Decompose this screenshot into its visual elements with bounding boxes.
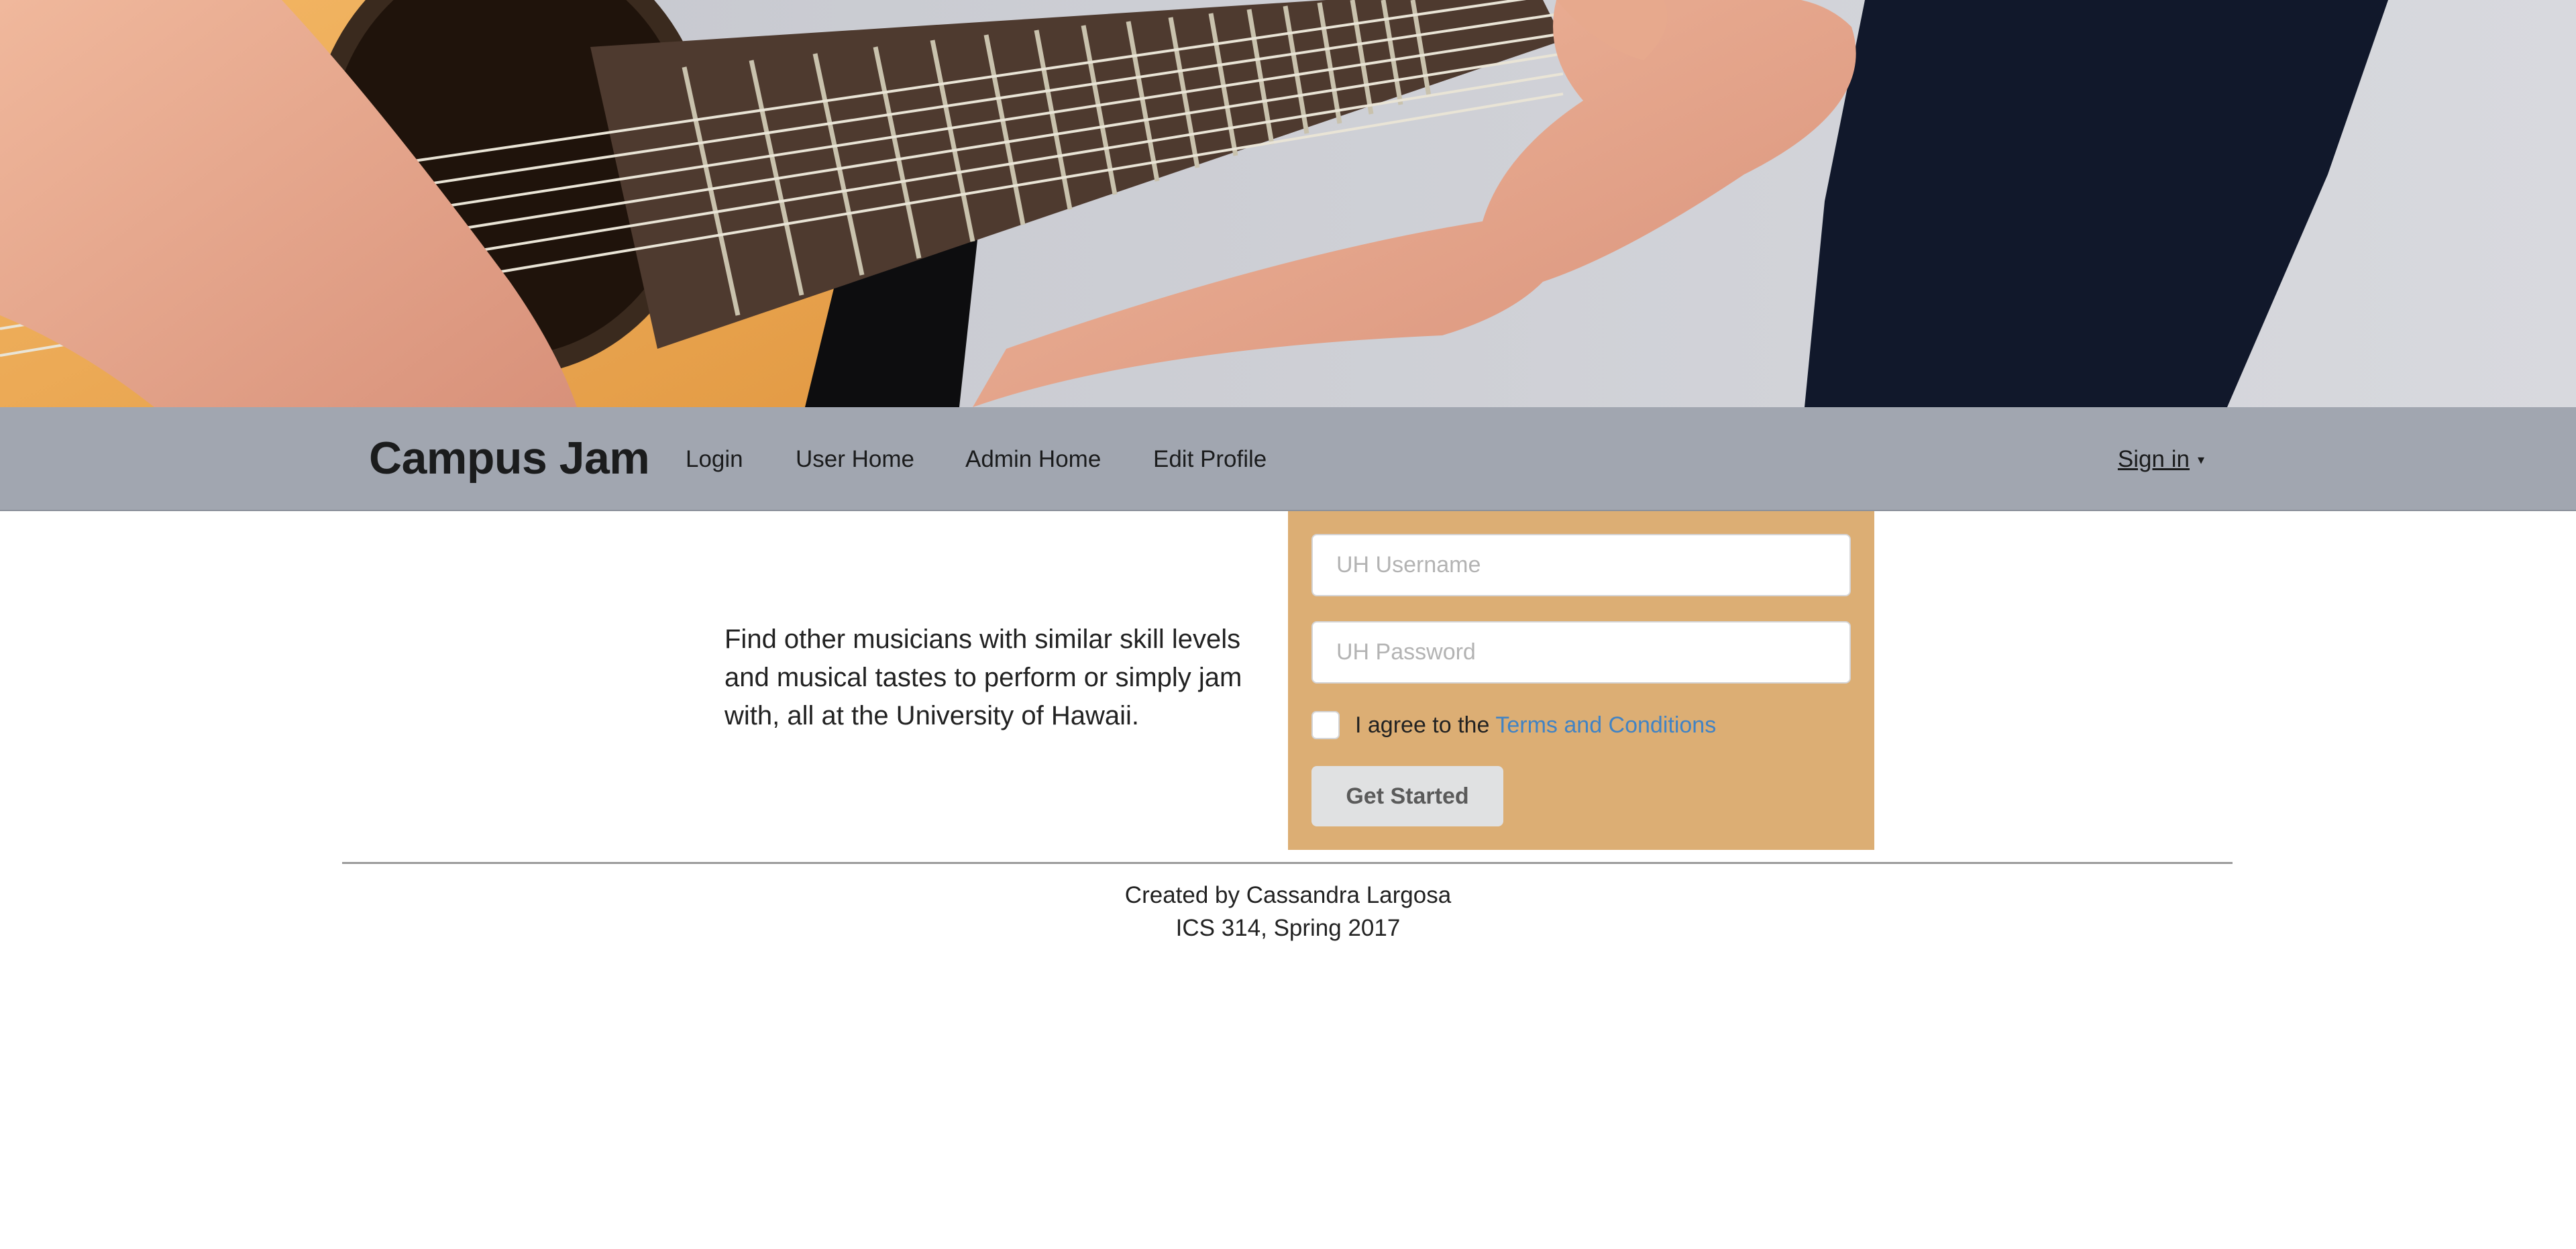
top-navbar: Campus Jam Login User Home Admin Home Ed… bbox=[0, 407, 2576, 511]
brand-logo[interactable]: Campus Jam bbox=[369, 435, 650, 481]
footer: Created by Cassandra Largosa ICS 314, Sp… bbox=[0, 879, 2576, 944]
caret-down-icon: ▾ bbox=[2197, 453, 2204, 468]
footer-credit: Created by Cassandra Largosa bbox=[1124, 882, 1452, 908]
login-panel: I agree to the Terms and Conditions Get … bbox=[1288, 511, 1874, 850]
get-started-button[interactable]: Get Started bbox=[1311, 766, 1503, 826]
tagline-text: Find other musicians with similar skill … bbox=[724, 624, 1242, 730]
terms-and-conditions-link[interactable]: Terms and Conditions bbox=[1495, 712, 1716, 739]
terms-agreement-row: I agree to the Terms and Conditions bbox=[1311, 710, 1716, 741]
agree-label: I agree to the bbox=[1355, 712, 1490, 738]
guitar-photo-illustration bbox=[0, 0, 2576, 407]
nav-item-user-home[interactable]: User Home bbox=[796, 447, 914, 471]
nav-item-admin-home[interactable]: Admin Home bbox=[965, 447, 1101, 471]
footer-divider bbox=[342, 862, 2233, 864]
sign-in-dropdown[interactable]: Sign in ▾ bbox=[2118, 447, 2204, 471]
terms-checkbox[interactable] bbox=[1311, 711, 1340, 739]
nav-item-login[interactable]: Login bbox=[686, 447, 743, 471]
footer-course: ICS 314, Spring 2017 bbox=[1175, 915, 1401, 941]
password-input[interactable] bbox=[1311, 621, 1851, 684]
username-input[interactable] bbox=[1311, 534, 1851, 596]
hero-image bbox=[0, 0, 2576, 407]
nav-item-edit-profile[interactable]: Edit Profile bbox=[1153, 447, 1267, 471]
sign-in-label: Sign in bbox=[2117, 446, 2190, 472]
